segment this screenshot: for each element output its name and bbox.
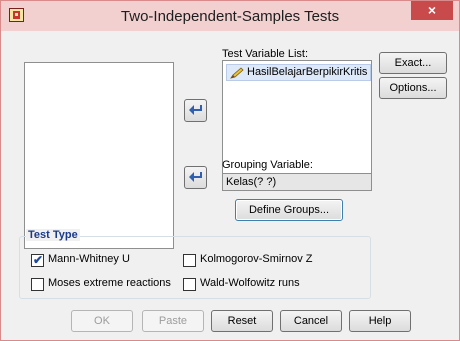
paste-button[interactable]: Paste: [142, 310, 204, 332]
check-icon: ✔: [33, 253, 44, 267]
test-type-group: Test Type ✔ Mann-Whitney U Kolmogorov-Sm…: [19, 229, 371, 299]
test-type-title: Test Type: [26, 229, 80, 241]
help-button[interactable]: Help: [349, 310, 411, 332]
grouping-variable-label: Grouping Variable:: [222, 159, 313, 171]
move-to-grouping-button[interactable]: [184, 166, 207, 189]
mann-whitney-checkbox[interactable]: ✔: [31, 254, 44, 267]
move-right-arrow-icon: [189, 172, 202, 182]
define-groups-button[interactable]: Define Groups...: [235, 199, 343, 221]
test-variable-list-label: Test Variable List:: [222, 48, 309, 60]
move-right-arrow-icon: [189, 105, 202, 115]
dialog-body: Test Variable List: HasilBelajarBerpikir…: [9, 32, 451, 334]
wald-wolfowitz-label[interactable]: Wald-Wolfowitz runs: [200, 277, 300, 289]
scale-variable-pencil-icon: [230, 67, 244, 79]
exact-button[interactable]: Exact...: [379, 52, 447, 74]
close-icon: ×: [427, 2, 437, 18]
list-item[interactable]: HasilBelajarBerpikirKritis: [226, 64, 371, 81]
test-variable-name: HasilBelajarBerpikirKritis: [247, 66, 368, 78]
mann-whitney-label[interactable]: Mann-Whitney U: [48, 253, 130, 265]
move-to-test-list-button[interactable]: [184, 99, 207, 122]
moses-checkbox[interactable]: [31, 278, 44, 291]
wald-wolfowitz-checkbox[interactable]: [183, 278, 196, 291]
window-title: Two-Independent-Samples Tests: [120, 8, 340, 25]
grouping-variable-field[interactable]: Kelas(? ?): [222, 173, 372, 191]
close-button[interactable]: ×: [411, 1, 453, 20]
cancel-button[interactable]: Cancel: [280, 310, 342, 332]
source-variable-list[interactable]: [24, 62, 174, 249]
reset-button[interactable]: Reset: [211, 310, 273, 332]
grouping-variable-value: Kelas(? ?): [226, 176, 277, 188]
options-button[interactable]: Options...: [379, 77, 447, 99]
moses-label[interactable]: Moses extreme reactions: [48, 277, 171, 289]
ok-button[interactable]: OK: [71, 310, 133, 332]
title-bar[interactable]: Two-Independent-Samples Tests ×: [1, 1, 459, 31]
kolmogorov-smirnov-checkbox[interactable]: [183, 254, 196, 267]
kolmogorov-smirnov-label[interactable]: Kolmogorov-Smirnov Z: [200, 253, 312, 265]
dialog-window: Two-Independent-Samples Tests × Test Var…: [0, 0, 460, 341]
